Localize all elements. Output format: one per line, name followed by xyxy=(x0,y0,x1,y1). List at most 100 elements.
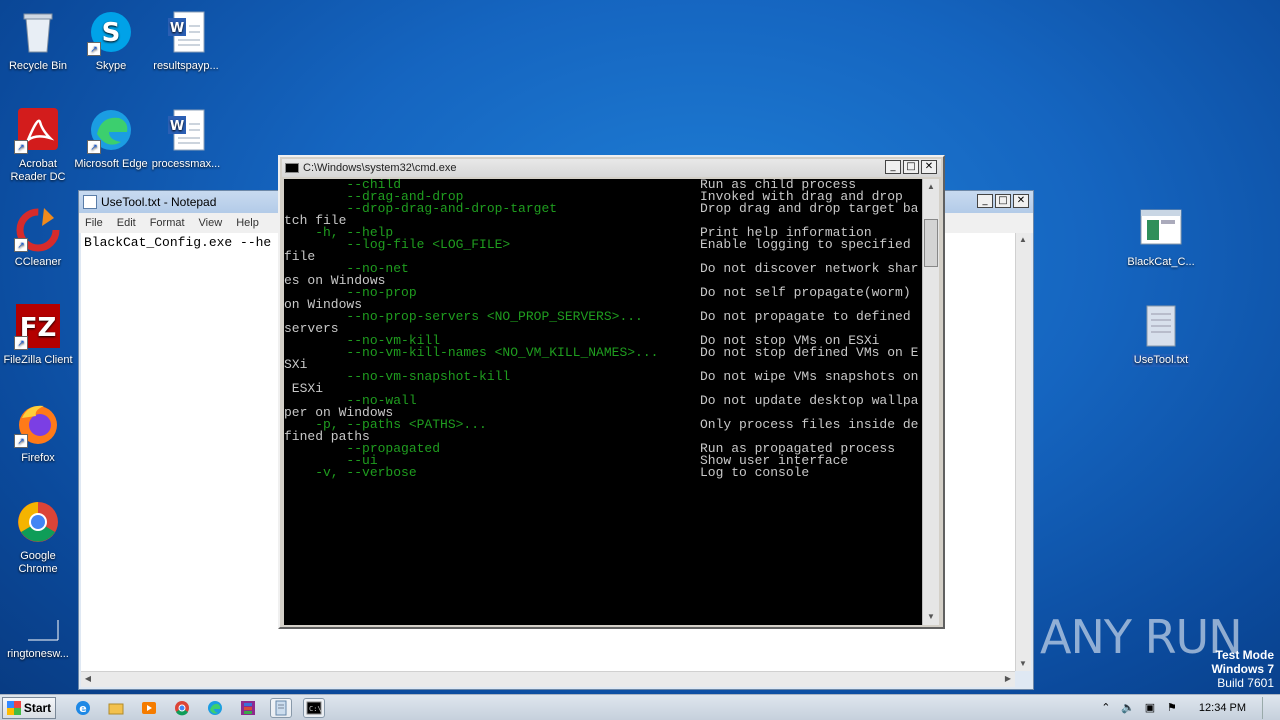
console-line: --no-vm-snapshot-kill Do not wipe VMs sna… xyxy=(284,370,922,383)
console-line: --no-vm-kill-names <NO_VM_KILL_NAMES>...… xyxy=(284,345,922,360)
show-desktop-button[interactable] xyxy=(1262,696,1272,719)
minimize-button[interactable]: _ xyxy=(977,194,993,208)
desktop-icon-label: Skype xyxy=(95,60,127,72)
volume-icon[interactable]: 🔈 xyxy=(1121,701,1135,715)
desktop-icon-label: UseTool.txt xyxy=(1131,354,1191,367)
clock[interactable]: 12:34 PM xyxy=(1199,702,1246,714)
notepad-horizontal-scrollbar[interactable]: ◀ ▶ xyxy=(81,671,1015,687)
console-description: Do not self propagate(worm) xyxy=(700,285,911,300)
notepad-taskbar-icon[interactable] xyxy=(270,697,292,718)
network-icon[interactable]: ▣ xyxy=(1143,701,1157,715)
console-line: --drop-drag-and-drop-target Drop drag and… xyxy=(284,201,922,216)
svg-text:C:\: C:\ xyxy=(309,705,322,713)
scroll-thumb[interactable] xyxy=(924,219,938,267)
word-document-icon: W xyxy=(162,8,210,56)
desktop-icon-edge[interactable]: ↗ Microsoft Edge xyxy=(73,106,149,171)
notepad-vertical-scrollbar[interactable]: ▲ ▼ xyxy=(1015,233,1031,671)
svg-text:W: W xyxy=(170,21,184,36)
svg-text:W: W xyxy=(170,119,184,134)
shortcut-arrow-icon: ↗ xyxy=(14,238,28,252)
desktop-icon-ccleaner[interactable]: ↗ CCleaner xyxy=(0,204,76,269)
console-option: --no-vm-kill-names <NO_VM_KILL_NAMES>... xyxy=(284,345,659,360)
menu-view[interactable]: View xyxy=(199,217,223,229)
scroll-right-icon[interactable]: ▶ xyxy=(1001,672,1015,686)
notepad-icon xyxy=(83,195,97,209)
shortcut-arrow-icon: ↗ xyxy=(87,42,101,56)
menu-format[interactable]: Format xyxy=(150,217,185,229)
filezilla-icon: FZ ↗ xyxy=(14,302,62,350)
start-button[interactable]: Start xyxy=(2,696,56,719)
desktop-icon-label: processmax... xyxy=(151,158,221,170)
cmd-vertical-scrollbar[interactable]: ▲ ▼ xyxy=(922,179,939,625)
action-center-flag-icon[interactable]: ⚑ xyxy=(1165,701,1179,715)
os-version-label: Windows 7 xyxy=(1211,662,1274,676)
desktop-icon-label: Acrobat Reader DC xyxy=(10,158,66,183)
scroll-up-icon[interactable]: ▲ xyxy=(924,180,938,194)
maximize-button[interactable]: □ xyxy=(995,194,1011,208)
firefox-icon: ↗ xyxy=(14,400,62,448)
menu-edit[interactable]: Edit xyxy=(117,217,136,229)
scroll-left-icon[interactable]: ◀ xyxy=(81,672,95,686)
console-line: --log-file <LOG_FILE> Enable logging to s… xyxy=(284,237,922,252)
menu-file[interactable]: File xyxy=(85,217,103,229)
desktop-icon-chrome[interactable]: Google Chrome xyxy=(0,498,76,576)
start-label: Start xyxy=(23,700,52,715)
shortcut-arrow-icon: ↗ xyxy=(14,140,28,154)
cmd-icon xyxy=(285,163,299,173)
maximize-button[interactable]: □ xyxy=(903,160,919,174)
desktop-icon-resultspayp[interactable]: W resultspayp... xyxy=(148,8,224,73)
desktop-icon-firefox[interactable]: ↗ Firefox xyxy=(0,400,76,465)
media-player-icon[interactable] xyxy=(138,698,160,718)
cmd-console-output[interactable]: --child Run as child process --drag-and-d… xyxy=(284,179,922,625)
desktop-icon-processmax[interactable]: W processmax... xyxy=(148,106,224,171)
close-button[interactable]: ✕ xyxy=(1013,194,1029,208)
console-description: Do not update desktop wallpa xyxy=(700,393,919,408)
desktop-icon-ringtones[interactable]: ringtonesw... xyxy=(0,596,76,661)
acrobat-icon: ↗ xyxy=(14,106,62,154)
menu-help[interactable]: Help xyxy=(236,217,259,229)
desktop-icon-label: Recycle Bin xyxy=(8,60,68,72)
desktop-icon-label: Google Chrome xyxy=(18,550,58,575)
winrar-icon[interactable] xyxy=(237,698,259,718)
edge-taskbar-icon[interactable] xyxy=(204,698,226,718)
text-file-icon xyxy=(1137,302,1185,350)
desktop-icon-skype[interactable]: S ↗ Skype xyxy=(73,8,149,73)
desktop-icon-label: ringtonesw... xyxy=(7,648,69,660)
shortcut-arrow-icon: ↗ xyxy=(87,140,101,154)
cmd-titlebar[interactable]: C:\Windows\system32\cmd.exe _ □ ✕ xyxy=(282,159,941,177)
desktop-icon-label: CCleaner xyxy=(14,256,62,268)
desktop-icon-label: Firefox xyxy=(21,452,55,464)
console-description: Enable logging to specified xyxy=(700,237,911,252)
close-button[interactable]: ✕ xyxy=(921,160,937,174)
console-description: Only process files inside de xyxy=(700,417,919,432)
show-hidden-icons-icon[interactable]: ⌃ xyxy=(1099,701,1113,715)
console-line: --no-prop Do not self propagate(worm) xyxy=(284,285,922,300)
desktop-icon-label: resultspayp... xyxy=(153,60,219,72)
scroll-down-icon[interactable]: ▼ xyxy=(1016,657,1030,671)
cmd-window[interactable]: C:\Windows\system32\cmd.exe _ □ ✕ --chil… xyxy=(278,155,945,629)
desktop-icon-label: BlackCat_C... xyxy=(1127,256,1195,268)
chrome-taskbar-icon[interactable] xyxy=(171,698,193,718)
scroll-up-icon[interactable]: ▲ xyxy=(1016,233,1030,247)
minimize-button[interactable]: _ xyxy=(885,160,901,174)
explorer-folder-icon[interactable] xyxy=(105,698,127,718)
desktop-icon-acrobat[interactable]: ↗ Acrobat Reader DC xyxy=(0,106,76,184)
scroll-down-icon[interactable]: ▼ xyxy=(924,610,938,624)
console-description: Do not propagate to defined xyxy=(700,309,911,324)
console-line: -v, --verbose Log to console xyxy=(284,466,922,479)
build-label: Build 7601 xyxy=(1217,676,1274,690)
desktop-icon-usetool[interactable]: UseTool.txt xyxy=(1123,302,1199,367)
blank-file-icon xyxy=(14,596,62,644)
shortcut-arrow-icon: ↗ xyxy=(14,336,28,350)
application-window-icon xyxy=(1137,204,1185,252)
desktop-icon-recycle-bin[interactable]: Recycle Bin xyxy=(0,8,76,73)
desktop-icon-filezilla[interactable]: FZ ↗ FileZilla Client xyxy=(0,302,76,367)
desktop-icon-label: FileZilla Client xyxy=(3,354,73,366)
taskbar: Start e C:\ ⌃ 🔈 ▣ ⚑ 12:34 PM xyxy=(0,694,1280,720)
test-mode-label: Test Mode xyxy=(1215,648,1274,662)
desktop-icon-blackcat[interactable]: BlackCat_C... xyxy=(1123,204,1199,269)
console-description: Drop drag and drop target ba xyxy=(700,201,919,216)
cmd-taskbar-icon[interactable]: C:\ xyxy=(303,697,325,718)
ie-icon[interactable]: e xyxy=(72,698,94,718)
cmd-title: C:\Windows\system32\cmd.exe xyxy=(303,162,457,174)
